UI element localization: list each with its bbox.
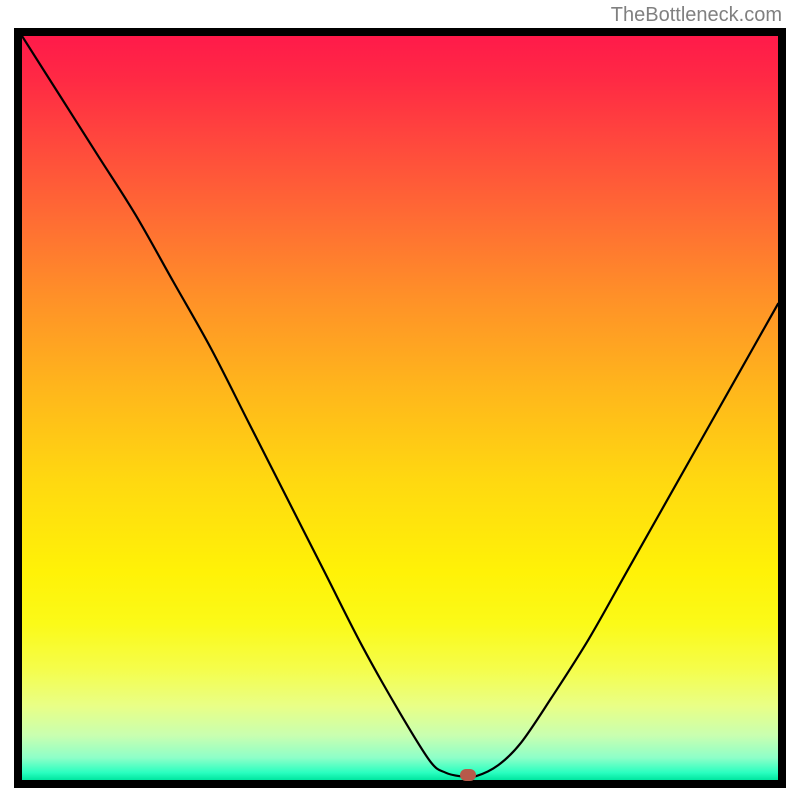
chart-frame <box>14 28 786 788</box>
current-point-marker <box>460 769 476 781</box>
gradient-background <box>22 36 778 780</box>
watermark-text: TheBottleneck.com <box>611 4 782 27</box>
chart-container: TheBottleneck.com <box>0 0 800 800</box>
